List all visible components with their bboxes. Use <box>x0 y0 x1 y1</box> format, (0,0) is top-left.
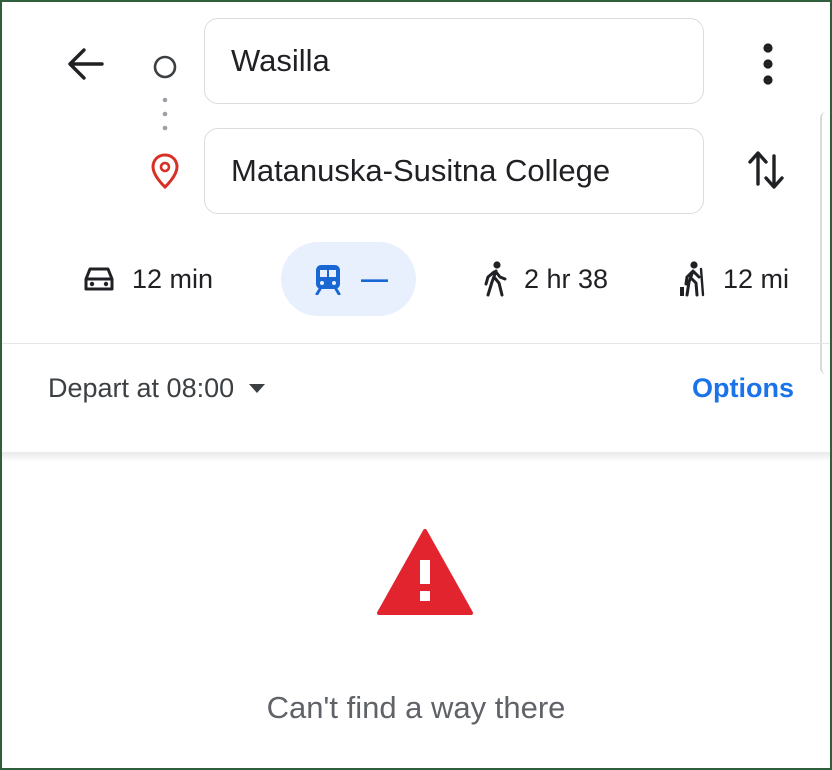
warning-icon <box>377 529 473 615</box>
section-shadow <box>2 452 830 462</box>
person-with-cane-icon <box>680 261 705 297</box>
directions-panel: Wasilla Matanuska-Susitna College 12 min <box>0 0 832 770</box>
walk-icon <box>484 261 507 297</box>
route-connector-dots <box>162 97 168 131</box>
origin-circle-icon <box>153 55 177 79</box>
divider <box>2 343 830 344</box>
mode-transit-button[interactable]: — <box>281 242 416 316</box>
dropdown-arrow-icon <box>249 384 266 393</box>
origin-field-value: Wasilla <box>231 43 330 78</box>
mode-drive-time: 12 min <box>132 263 214 294</box>
back-arrow-icon[interactable] <box>64 46 104 82</box>
mode-walk-button[interactable]: 2 hr 38 <box>482 242 608 316</box>
swap-direction-icon[interactable] <box>746 148 788 192</box>
depart-time-dropdown[interactable]: Depart at 08:00 <box>48 368 266 408</box>
no-route-message: Can't find a way there <box>266 690 566 725</box>
depart-time-label: Depart at 08:00 <box>48 372 235 403</box>
train-icon <box>315 265 341 295</box>
origin-field[interactable]: Wasilla <box>204 18 704 104</box>
destination-pin-icon <box>151 153 179 190</box>
mode-ride-time: 12 mi <box>723 263 790 294</box>
more-vertical-icon[interactable] <box>760 42 776 86</box>
mode-transit-time: — <box>361 263 388 294</box>
mode-walk-time: 2 hr 38 <box>524 263 609 294</box>
destination-field[interactable]: Matanuska-Susitna College <box>204 128 704 214</box>
mode-drive-button[interactable]: 12 min <box>82 242 213 316</box>
car-icon <box>84 267 114 291</box>
destination-field-value: Matanuska-Susitna College <box>231 153 611 188</box>
mode-ride-button[interactable]: 12 mi <box>677 242 789 316</box>
options-button[interactable]: Options <box>692 368 794 408</box>
scrollbar[interactable] <box>820 112 830 374</box>
